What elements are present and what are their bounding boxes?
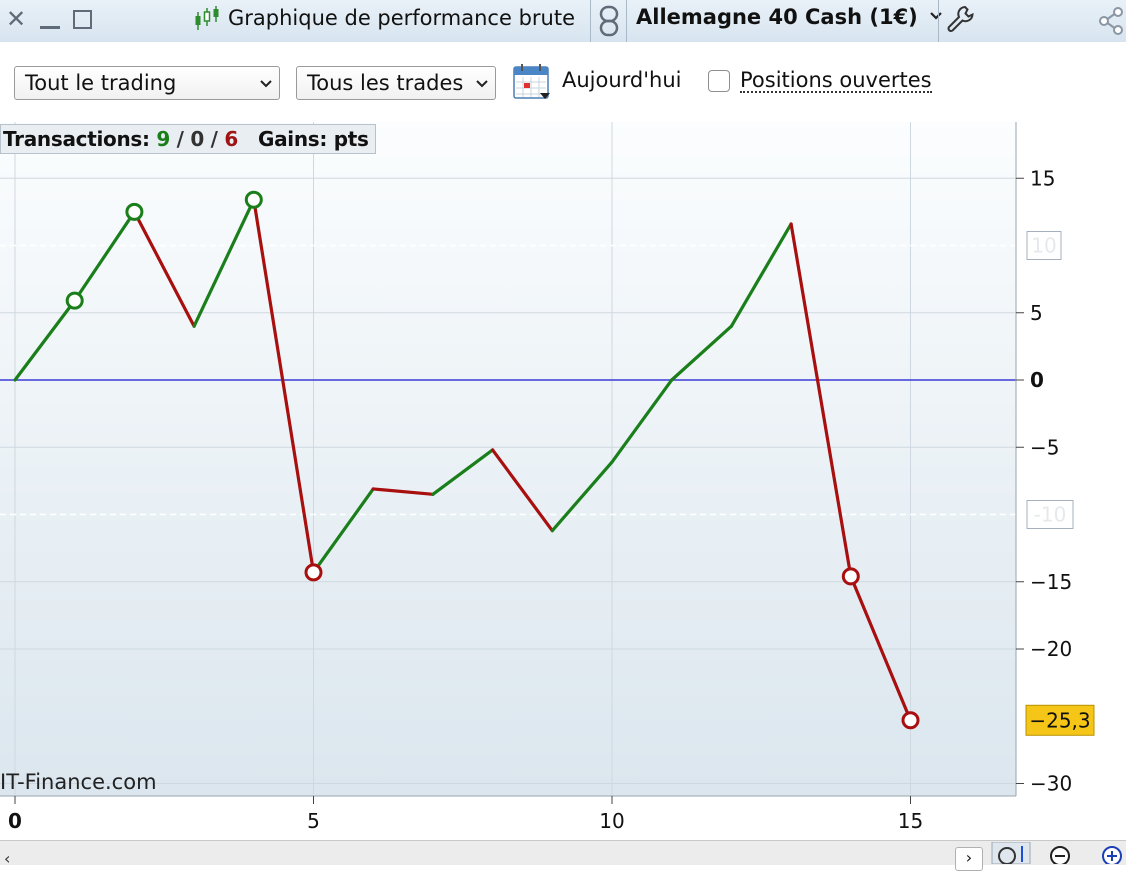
close-icon[interactable]: ✕ bbox=[6, 6, 26, 32]
title-bar: ✕ Graphique de performance brute Allemag… bbox=[0, 0, 1126, 43]
x-tick-label: 15 bbox=[898, 809, 923, 833]
trade-marker[interactable] bbox=[244, 190, 263, 209]
y-tick-label: 5 bbox=[1030, 301, 1043, 325]
scope-select-value: Tout le trading bbox=[25, 71, 177, 95]
dashed-level-label: -10 bbox=[1034, 503, 1067, 527]
title-separator bbox=[938, 0, 939, 42]
x-tick-label: 10 bbox=[599, 809, 624, 833]
scroll-right-icon[interactable]: › bbox=[955, 847, 983, 871]
title-separator bbox=[626, 0, 627, 42]
y-tick-label: 15 bbox=[1030, 166, 1055, 190]
zoom-fit-icon[interactable] bbox=[991, 842, 1031, 864]
y-tick-label: −30 bbox=[1030, 772, 1072, 796]
last-value-label: −25,3 bbox=[1029, 708, 1090, 732]
dashed-level-label: 10 bbox=[1031, 234, 1056, 258]
trades-select-value: Tous les trades bbox=[307, 71, 464, 95]
minimize-icon[interactable] bbox=[40, 26, 60, 29]
plot-background bbox=[0, 122, 1016, 796]
x-tick-label: 0 bbox=[8, 809, 22, 833]
performance-chart[interactable]: 10 -10 15 5 0 −5 −15 −20 −30 0 5 10 15 −25,3 bbox=[0, 122, 1126, 834]
today-button[interactable]: Aujourd'hui bbox=[562, 68, 682, 92]
zoom-controls bbox=[991, 842, 1122, 864]
open-positions-label[interactable]: Positions ouvertes bbox=[740, 69, 932, 93]
horizontal-scrollbar[interactable]: ‹ › bbox=[0, 840, 1126, 871]
maximize-icon[interactable] bbox=[73, 10, 92, 29]
scroll-left-icon[interactable]: ‹ bbox=[4, 849, 10, 868]
window-title: Graphique de performance brute bbox=[228, 6, 576, 30]
transactions-summary: Transactions: 9 / 0 / 6 Gains: pts bbox=[0, 124, 376, 154]
scope-select[interactable]: Tout le trading bbox=[14, 66, 280, 100]
chevron-down-icon bbox=[260, 80, 272, 88]
trade-marker[interactable] bbox=[901, 711, 920, 730]
watermark: IT-Finance.com bbox=[0, 770, 157, 794]
instrument-name: Allemagne 40 Cash (1€) bbox=[636, 5, 918, 29]
filter-toolbar: Tout le trading Tous les trades Aujourd'… bbox=[0, 42, 1126, 122]
candlestick-icon bbox=[195, 6, 219, 30]
wrench-icon[interactable] bbox=[945, 4, 975, 34]
y-tick-label: −5 bbox=[1030, 435, 1059, 459]
winning-count: 9 bbox=[156, 127, 170, 151]
title-separator bbox=[590, 0, 591, 42]
chevron-down-icon bbox=[930, 12, 942, 20]
trade-marker[interactable] bbox=[841, 567, 860, 586]
calendar-icon[interactable] bbox=[512, 62, 552, 102]
transactions-label: Transactions: bbox=[3, 127, 150, 151]
share-icon[interactable] bbox=[1096, 6, 1126, 36]
losing-count: 6 bbox=[224, 127, 238, 151]
gains-unit-label: Gains: pts bbox=[257, 127, 369, 151]
trade-marker[interactable] bbox=[125, 202, 144, 221]
trades-select[interactable]: Tous les trades bbox=[296, 66, 496, 100]
x-tick-label: 5 bbox=[307, 809, 320, 833]
y-tick-label: −15 bbox=[1030, 570, 1072, 594]
chart-canvas[interactable]: 10 -10 15 5 0 −5 −15 −20 −30 0 5 10 15 −25,3 bbox=[0, 122, 1126, 834]
trade-marker[interactable] bbox=[65, 291, 84, 310]
instrument-selector[interactable]: Allemagne 40 Cash (1€) bbox=[636, 5, 943, 29]
trade-marker[interactable] bbox=[304, 563, 323, 582]
neutral-count: 0 bbox=[190, 127, 204, 151]
y-tick-label: −20 bbox=[1030, 637, 1072, 661]
separator: / bbox=[210, 127, 218, 151]
link-icon[interactable] bbox=[598, 4, 620, 38]
zoom-in-icon[interactable] bbox=[1102, 846, 1122, 864]
open-positions-checkbox[interactable] bbox=[708, 70, 730, 92]
separator: / bbox=[176, 127, 184, 151]
y-tick-label: 0 bbox=[1030, 368, 1044, 392]
chevron-down-icon bbox=[476, 80, 488, 88]
zoom-out-icon[interactable] bbox=[1050, 846, 1070, 864]
